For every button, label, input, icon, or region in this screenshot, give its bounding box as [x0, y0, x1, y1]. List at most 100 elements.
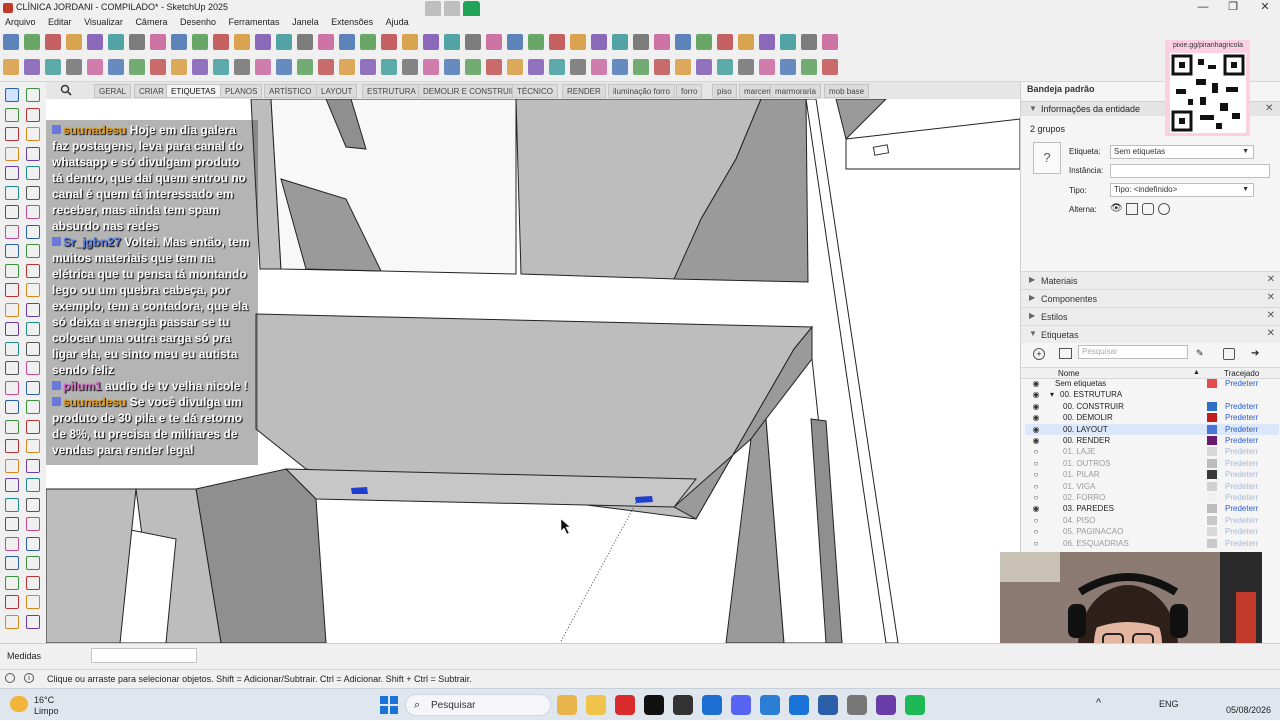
extension-tool-icon[interactable] [528, 59, 544, 75]
tag-color-swatch[interactable] [1207, 424, 1217, 434]
tab-marmoraria[interactable]: marmoraria [770, 84, 821, 98]
drawing-tool-icon[interactable] [26, 458, 40, 473]
github-icon[interactable] [847, 695, 867, 715]
drawing-tool-icon[interactable] [26, 263, 40, 278]
eye-hidden-icon[interactable]: ○ [1031, 526, 1041, 537]
panel-etiquetas[interactable]: ▼ Etiquetas ✕ [1021, 325, 1280, 343]
extension-tool-icon[interactable] [654, 59, 670, 75]
drawing-tool-icon[interactable] [5, 322, 19, 336]
menu-desenho[interactable]: Desenho [175, 16, 221, 29]
extension-tool-icon[interactable] [213, 59, 229, 75]
extension-tool-icon[interactable] [633, 59, 649, 75]
folder-icon[interactable] [586, 695, 606, 715]
drawing-tool-icon[interactable] [26, 283, 40, 297]
extension-tool-icon[interactable] [297, 59, 313, 75]
toolbar-tool-icon[interactable] [654, 34, 670, 50]
eye-icon[interactable]: ◉ [1031, 401, 1041, 412]
drawing-tool-icon[interactable] [26, 244, 40, 258]
drawing-tool-icon[interactable] [26, 185, 40, 200]
toolbar-tool-icon[interactable] [549, 34, 565, 50]
toolbar-tool-icon[interactable] [570, 34, 586, 50]
drawing-tool-icon[interactable] [5, 458, 19, 473]
tag-color-swatch[interactable] [1207, 401, 1217, 411]
eye-hidden-icon[interactable]: ○ [1031, 469, 1041, 480]
extension-tool-icon[interactable] [465, 59, 481, 75]
drawing-tool-icon[interactable] [5, 595, 19, 609]
toolbar-tool-icon[interactable] [675, 34, 691, 50]
menu-janela[interactable]: Janela [287, 16, 324, 29]
drawing-tool-icon[interactable] [5, 361, 19, 375]
eye-icon[interactable]: ◉ [1031, 389, 1041, 400]
tag-row[interactable]: ◉ 00. DEMOLIR Predeterr [1025, 412, 1279, 423]
drawing-tool-icon[interactable] [26, 341, 40, 356]
eye-hidden-icon[interactable]: ○ [1031, 515, 1041, 526]
tag-color-swatch[interactable] [1207, 504, 1217, 514]
extension-tool-icon[interactable] [423, 59, 439, 75]
toolbar-tool-icon[interactable] [255, 34, 271, 50]
toolbar-tool-icon[interactable] [402, 34, 418, 50]
extension-tool-icon[interactable] [318, 59, 334, 75]
extension-tool-icon[interactable] [444, 59, 460, 75]
instance-input[interactable] [1110, 164, 1270, 178]
menu-editar[interactable]: Editar [43, 16, 77, 29]
extension-tool-icon[interactable] [129, 59, 145, 75]
toolbar-tool-icon[interactable] [150, 34, 166, 50]
drawing-tool-icon[interactable] [26, 146, 40, 161]
toolbar-tool-icon[interactable] [24, 34, 40, 50]
eye-hidden-icon[interactable]: ○ [1031, 458, 1041, 469]
toolbar-tool-icon[interactable] [318, 34, 334, 50]
panel-estilos[interactable]: ▶ Estilos ✕ [1021, 307, 1280, 325]
tag-dash[interactable]: Predeterr [1225, 412, 1258, 423]
maximize-button[interactable]: ❐ [1218, 0, 1248, 16]
extension-tool-icon[interactable] [171, 59, 187, 75]
tag-row[interactable]: ◉ Sem etiquetas Predeterr [1025, 378, 1279, 389]
drawing-tool-icon[interactable] [26, 595, 40, 609]
menu-ferramentas[interactable]: Ferramentas [224, 16, 285, 29]
toolbar-tool-icon[interactable] [87, 34, 103, 50]
toolbar-tool-icon[interactable] [3, 34, 19, 50]
toolbar-tool-icon[interactable] [339, 34, 355, 50]
panel-componentes[interactable]: ▶ Componentes ✕ [1021, 289, 1280, 307]
tag-color-swatch[interactable] [1207, 481, 1217, 491]
folder-arrow-icon[interactable]: ▾ [1050, 389, 1054, 400]
extension-tool-icon[interactable] [717, 59, 733, 75]
drawing-tool-icon[interactable] [26, 400, 40, 414]
tab-planos[interactable]: PLANOS [220, 84, 263, 98]
drawing-tool-icon[interactable] [26, 517, 40, 531]
tag-row[interactable]: ◉ 00. CONSTRUIR Predeterr [1025, 401, 1279, 412]
drawing-tool-icon[interactable] [5, 439, 19, 453]
selection-marker[interactable] [351, 487, 368, 494]
notes-icon[interactable] [818, 695, 838, 715]
extension-tool-icon[interactable] [255, 59, 271, 75]
eye-hidden-icon[interactable]: ○ [1031, 538, 1041, 548]
drawing-tool-icon[interactable] [5, 224, 19, 239]
tag-dash[interactable]: Predeterr [1225, 538, 1258, 548]
extension-tool-icon[interactable] [696, 59, 712, 75]
drawing-tool-icon[interactable] [5, 419, 19, 434]
menu-ajuda[interactable]: Ajuda [381, 16, 414, 29]
spotify-icon[interactable] [905, 695, 925, 715]
tag-color-swatch[interactable] [1207, 458, 1217, 468]
close-icon[interactable]: ✕ [1267, 292, 1275, 303]
drawing-tool-icon[interactable] [26, 556, 40, 570]
type-select[interactable]: Tipo: <indefinido> ▼ [1110, 183, 1254, 197]
eye-icon[interactable]: ◉ [1031, 503, 1041, 514]
sketchup-icon[interactable] [760, 695, 780, 715]
drawing-tool-icon[interactable] [26, 478, 40, 492]
menu-visualizar[interactable]: Visualizar [79, 16, 128, 29]
tag-dash[interactable]: Predeterr [1225, 503, 1258, 514]
toolbar-tool-icon[interactable] [528, 34, 544, 50]
weather-icon[interactable] [10, 696, 28, 712]
info-icon[interactable]: i [24, 673, 34, 683]
extension-tool-icon[interactable] [150, 59, 166, 75]
tag-dash[interactable]: Predeterr [1225, 526, 1258, 537]
extension-tool-icon[interactable] [234, 59, 250, 75]
extension-tool-icon[interactable] [339, 59, 355, 75]
drawing-tool-icon[interactable] [26, 497, 40, 512]
extension-tool-icon[interactable] [87, 59, 103, 75]
minimize-button[interactable]: — [1188, 0, 1218, 16]
tag-select[interactable]: Sem etiquetas ▼ [1110, 145, 1254, 159]
close-icon[interactable]: ✕ [1267, 274, 1275, 285]
selection-marker[interactable] [635, 496, 653, 503]
tab-artístico[interactable]: ARTÍSTICO [264, 84, 317, 98]
